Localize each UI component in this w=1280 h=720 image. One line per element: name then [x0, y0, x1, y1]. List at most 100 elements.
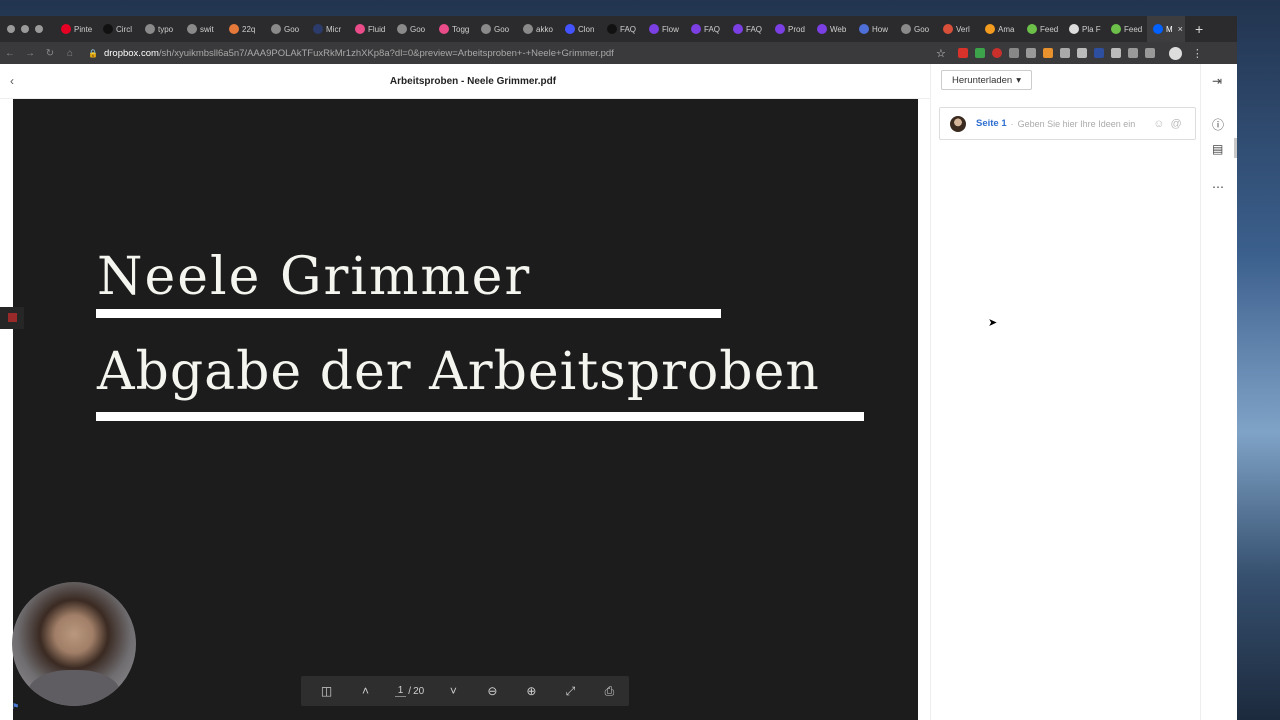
- browser-tab[interactable]: Verl: [937, 16, 979, 42]
- download-button[interactable]: Herunterladen ▾: [941, 70, 1032, 90]
- slide-divider: [96, 309, 721, 318]
- browser-tab[interactable]: akko: [517, 16, 559, 42]
- browser-tab[interactable]: swit: [181, 16, 223, 42]
- zoom-window-button[interactable]: [35, 25, 43, 33]
- extension-icon[interactable]: [1127, 48, 1138, 58]
- browser-tab[interactable]: 22q: [223, 16, 265, 42]
- tab-label: Togg: [452, 24, 470, 34]
- extension-icon[interactable]: [1008, 48, 1019, 58]
- recording-indicator: [0, 307, 24, 329]
- browser-tab[interactable]: FAQ: [601, 16, 643, 42]
- comment-input[interactable]: Seite 1 · Geben Sie hier Ihre Ideen ein …: [939, 107, 1196, 140]
- zoom-out-icon[interactable]: ⊖: [473, 684, 512, 698]
- browser-tab[interactable]: FAQ: [685, 16, 727, 42]
- framer-icon: [817, 24, 827, 34]
- tab-label: Fluid: [368, 24, 386, 34]
- browser-tab[interactable]: Circl: [97, 16, 139, 42]
- reload-icon[interactable]: ↻: [40, 48, 60, 59]
- browser-tab[interactable]: typo: [139, 16, 181, 42]
- browser-tab[interactable]: Feed: [1021, 16, 1063, 42]
- minimize-window-button[interactable]: [21, 25, 29, 33]
- tab-label: Pinte: [74, 24, 93, 34]
- tab-label: akko: [536, 24, 553, 34]
- profile-avatar[interactable]: [1168, 46, 1182, 60]
- extension-icon[interactable]: [991, 48, 1002, 58]
- browser-tab[interactable]: Goo: [895, 16, 937, 42]
- browser-tab[interactable]: Goo: [265, 16, 307, 42]
- bookmark-star-icon[interactable]: ☆: [936, 47, 946, 60]
- page-separator: /: [408, 685, 412, 697]
- browser-tab[interactable]: Micr: [307, 16, 349, 42]
- tab-label: swit: [200, 24, 214, 34]
- tab-label: 22q: [242, 24, 256, 34]
- browser-tab[interactable]: Feed: [1105, 16, 1147, 42]
- browser-tab[interactable]: M ×: [1147, 16, 1185, 42]
- comment-page-link[interactable]: Seite 1: [976, 118, 1007, 129]
- extension-icon[interactable]: [1025, 48, 1036, 58]
- home-icon[interactable]: ⌂: [60, 48, 80, 59]
- google-icon: [523, 24, 533, 34]
- tab-label: Goo: [284, 24, 300, 34]
- sidebar-toggle-icon[interactable]: ◫: [307, 684, 346, 698]
- extension-icon[interactable]: [957, 48, 968, 58]
- browser-tab[interactable]: Flow: [643, 16, 685, 42]
- browser-tab[interactable]: How: [853, 16, 895, 42]
- browser-tab[interactable]: Clon: [559, 16, 601, 42]
- close-tab-icon[interactable]: ×: [1178, 24, 1183, 34]
- close-window-button[interactable]: [7, 25, 15, 33]
- app-icon: [1069, 24, 1079, 34]
- url-path: /sh/xyuikmbsll6a5n7/AAA9POLAkTFuxRkMr1zh…: [158, 47, 614, 59]
- dribbble-icon: [439, 24, 449, 34]
- browser-tab[interactable]: Goo: [475, 16, 517, 42]
- dropbox-preview-page: ‹ Arbeitsproben - Neele Grimmer.pdf Neel…: [0, 64, 1237, 720]
- browser-tab[interactable]: Pinte: [55, 16, 97, 42]
- browser-tab[interactable]: Web: [811, 16, 853, 42]
- next-page-icon[interactable]: ˅: [434, 684, 473, 698]
- fullscreen-icon[interactable]: ⤢: [551, 684, 590, 699]
- back-arrow-icon[interactable]: ←: [0, 48, 20, 59]
- webcam-person: [28, 670, 120, 706]
- browser-tab[interactable]: FAQ: [727, 16, 769, 42]
- more-icon[interactable]: ⋯: [1212, 180, 1224, 194]
- google-icon: [145, 24, 155, 34]
- extension-icon[interactable]: [1059, 48, 1070, 58]
- page-indicator: 1 / 20: [385, 685, 434, 697]
- browser-tab[interactable]: Togg: [433, 16, 475, 42]
- browser-tab[interactable]: Prod: [769, 16, 811, 42]
- emoji-icon[interactable]: ☺: [1153, 118, 1164, 130]
- tab-label: Verl: [956, 24, 970, 34]
- webcam-overlay: [12, 582, 136, 706]
- browser-tab[interactable]: Goo: [391, 16, 433, 42]
- comment-icon[interactable]: ▤: [1212, 142, 1223, 156]
- browser-tab[interactable]: Pla F: [1063, 16, 1105, 42]
- avatar: [950, 115, 966, 132]
- caret-down-icon: ▾: [1016, 74, 1021, 86]
- browser-menu-icon[interactable]: ⋮: [1192, 47, 1203, 60]
- extension-icon[interactable]: [1093, 48, 1104, 58]
- download-label: Herunterladen: [952, 74, 1013, 86]
- info-icon[interactable]: ⓘ: [1212, 116, 1224, 133]
- new-tab-button[interactable]: +: [1195, 21, 1203, 37]
- tab-label: Pla F: [1082, 24, 1101, 34]
- forward-arrow-icon[interactable]: →: [20, 48, 40, 59]
- extension-icon[interactable]: [974, 48, 985, 58]
- browser-tab[interactable]: Ama: [979, 16, 1021, 42]
- mention-icon[interactable]: @: [1170, 118, 1181, 130]
- framer-icon: [691, 24, 701, 34]
- right-rail: ⇥ ⓘ ▤ ⋯: [1200, 64, 1237, 720]
- extension-icon[interactable]: [1144, 48, 1155, 58]
- collapse-panel-icon[interactable]: ⇥: [1212, 74, 1222, 88]
- page-controls: ◫ ˄ 1 / 20 ˅ ⊖ ⊕ ⤢ ⎙: [301, 676, 629, 706]
- zoom-in-icon[interactable]: ⊕: [512, 684, 551, 698]
- address-bar[interactable]: 🔒 dropbox.com/sh/xyuikmbsll6a5n7/AAA9POL…: [88, 48, 928, 59]
- browser-tab[interactable]: Fluid: [349, 16, 391, 42]
- previous-page-icon[interactable]: ˄: [346, 684, 385, 698]
- comment-separator: ·: [1010, 118, 1014, 129]
- camera-icon[interactable]: [1110, 48, 1121, 58]
- flag-icon: ⚑: [12, 702, 20, 711]
- rss-icon[interactable]: [1042, 48, 1053, 58]
- pdf-viewer[interactable]: Neele Grimmer Abgabe der Arbeitsproben: [13, 99, 918, 720]
- print-icon[interactable]: ⎙: [590, 684, 629, 699]
- extension-icon[interactable]: [1076, 48, 1087, 58]
- page-current-input[interactable]: 1: [394, 685, 407, 697]
